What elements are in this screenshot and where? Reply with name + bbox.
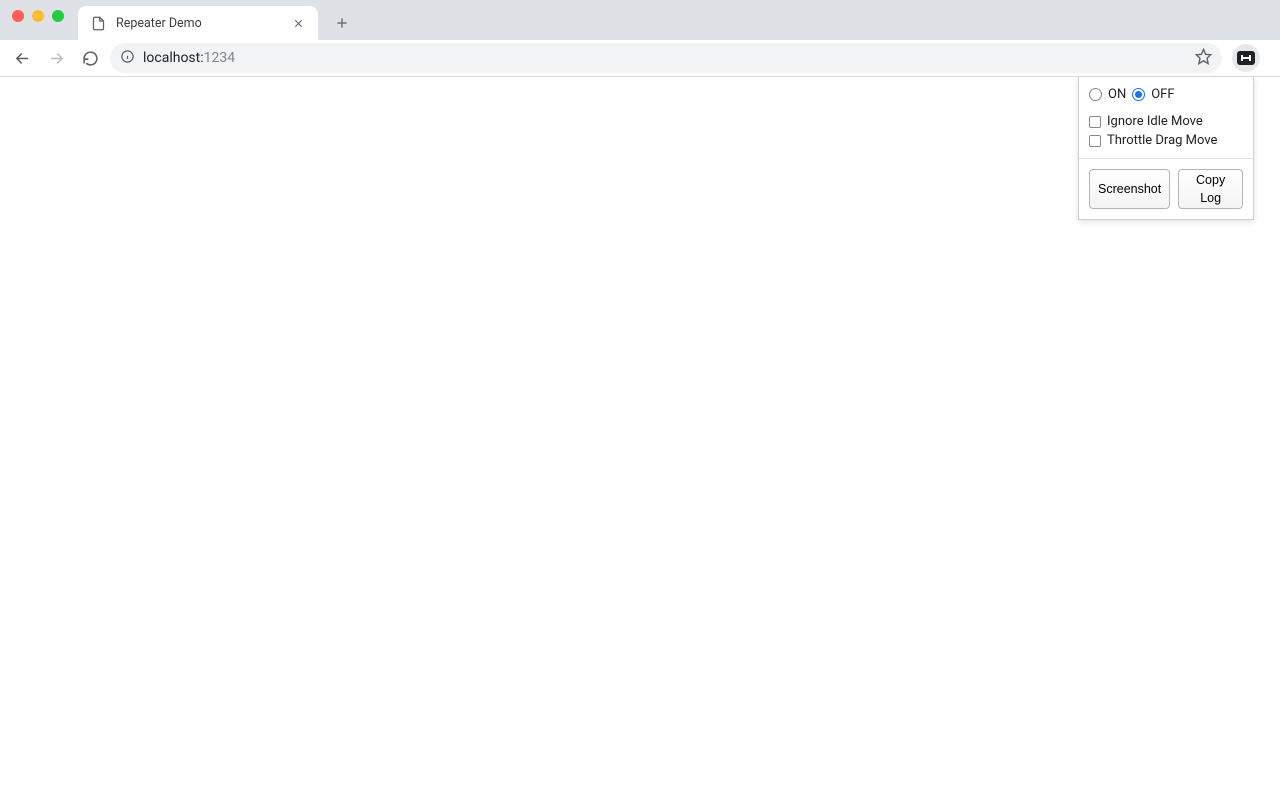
window-controls: [8, 0, 72, 36]
tab-title: Repeater Demo: [116, 16, 280, 31]
checkbox-throttle-drag[interactable]: [1089, 135, 1101, 147]
radio-on[interactable]: [1089, 88, 1102, 101]
popup-divider: [1079, 158, 1253, 159]
url-text: localhost:1234: [143, 50, 235, 66]
radio-off-label: OFF: [1151, 87, 1174, 102]
address-bar[interactable]: localhost:1234: [110, 43, 1222, 73]
option-ignore-idle-move[interactable]: Ignore Idle Move: [1089, 114, 1243, 129]
option-throttle-drag-move[interactable]: Throttle Drag Move: [1089, 133, 1243, 148]
page-content: ON OFF Ignore Idle Move Throttle Drag Mo…: [0, 77, 1280, 800]
browser-toolbar: localhost:1234: [0, 40, 1280, 77]
checkbox-ignore-idle[interactable]: [1089, 116, 1101, 128]
radio-on-label: ON: [1108, 87, 1126, 102]
bookmark-star-icon[interactable]: [1195, 48, 1212, 69]
recording-toggle: ON OFF: [1089, 87, 1243, 102]
popup-button-row: Screenshot Copy Log: [1089, 169, 1243, 209]
radio-off[interactable]: [1132, 88, 1145, 101]
browser-tab[interactable]: Repeater Demo: [78, 6, 318, 40]
nav-back-button[interactable]: [8, 44, 36, 72]
copy-log-button[interactable]: Copy Log: [1178, 169, 1243, 209]
browser-tab-strip: Repeater Demo: [0, 0, 1280, 40]
window-minimize-button[interactable]: [32, 10, 44, 22]
page-icon: [88, 13, 108, 33]
extension-button[interactable]: [1232, 44, 1260, 72]
site-info-icon[interactable]: [120, 49, 135, 68]
checkbox-throttle-drag-label: Throttle Drag Move: [1107, 133, 1217, 148]
extension-icon: [1237, 51, 1255, 65]
reload-button[interactable]: [76, 44, 104, 72]
screenshot-button[interactable]: Screenshot: [1089, 169, 1170, 209]
new-tab-button[interactable]: [328, 9, 356, 37]
url-port: 1234: [204, 50, 235, 66]
nav-forward-button[interactable]: [42, 44, 70, 72]
window-maximize-button[interactable]: [52, 10, 64, 22]
close-tab-icon[interactable]: [288, 13, 308, 33]
checkbox-ignore-idle-label: Ignore Idle Move: [1107, 114, 1203, 129]
extension-popup: ON OFF Ignore Idle Move Throttle Drag Mo…: [1078, 77, 1254, 220]
url-host: localhost:: [143, 50, 204, 66]
window-close-button[interactable]: [12, 10, 24, 22]
